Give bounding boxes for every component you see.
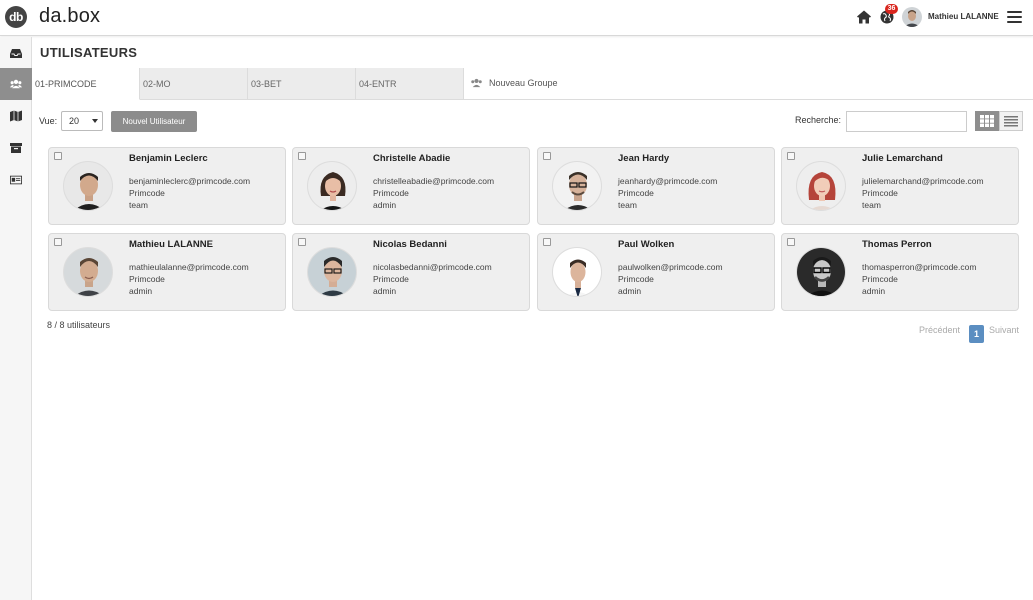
sidebar-item-inbox[interactable]: [0, 37, 32, 69]
logo-mark[interactable]: db: [5, 6, 27, 28]
user-company: Primcode: [129, 274, 165, 284]
user-photo: [307, 247, 357, 297]
sidebar-item-archive[interactable]: [0, 132, 32, 164]
user-count: 8 / 8 utilisateurs: [47, 320, 111, 330]
user-email: julielemarchand@primcode.com: [862, 176, 984, 186]
view-label: Vue:: [39, 116, 58, 126]
inbox-icon: [10, 49, 22, 58]
select-checkbox[interactable]: [543, 152, 551, 160]
user-role: team: [129, 200, 148, 210]
avatar[interactable]: [902, 7, 922, 27]
user-photo: [552, 161, 602, 211]
grid-icon: [980, 115, 994, 127]
user-role: admin: [373, 200, 397, 210]
users-icon: [10, 79, 22, 89]
user-card[interactable]: Benjamin Leclerc benjaminleclerc@primcod…: [48, 147, 286, 225]
user-email: thomasperron@primcode.com: [862, 262, 977, 272]
home-icon[interactable]: [856, 9, 872, 25]
user-name[interactable]: Thomas Perron: [862, 239, 932, 250]
pagination-prev[interactable]: Précédent: [919, 325, 960, 335]
page-size-select[interactable]: 20: [61, 111, 103, 131]
search-label: Recherche:: [795, 115, 842, 125]
user-company: Primcode: [373, 274, 409, 284]
new-user-button[interactable]: Nouvel Utilisateur: [111, 111, 197, 132]
sidebar: [0, 37, 32, 600]
select-checkbox[interactable]: [298, 238, 306, 246]
user-card[interactable]: Jean Hardy jeanhardy@primcode.com Primco…: [537, 147, 775, 225]
list-view-button[interactable]: [999, 111, 1023, 131]
users-icon: [471, 78, 482, 88]
user-photo: [796, 161, 846, 211]
new-group-label: Nouveau Groupe: [489, 78, 558, 88]
select-checkbox[interactable]: [298, 152, 306, 160]
user-card[interactable]: Julie Lemarchand julielemarchand@primcod…: [781, 147, 1019, 225]
user-company: Primcode: [618, 274, 654, 284]
chevron-down-icon: [92, 119, 98, 123]
current-user-name[interactable]: Mathieu LALANNE: [928, 12, 999, 21]
user-card[interactable]: Thomas Perron thomasperron@primcode.com …: [781, 233, 1019, 311]
user-email: jeanhardy@primcode.com: [618, 176, 718, 186]
user-name[interactable]: Jean Hardy: [618, 153, 669, 164]
user-photo: [307, 161, 357, 211]
sidebar-item-map[interactable]: [0, 100, 32, 132]
user-company: Primcode: [862, 188, 898, 198]
sidebar-item-directory[interactable]: [0, 164, 32, 196]
user-company: Primcode: [618, 188, 654, 198]
user-role: team: [862, 200, 881, 210]
select-checkbox[interactable]: [543, 238, 551, 246]
archive-icon: [10, 143, 22, 153]
user-email: nicolasbedanni@primcode.com: [373, 262, 492, 272]
grid-view-button[interactable]: [975, 111, 999, 131]
pagination-next[interactable]: Suivant: [989, 325, 1019, 335]
select-checkbox[interactable]: [787, 152, 795, 160]
user-card[interactable]: Christelle Abadie christelleabadie@primc…: [292, 147, 530, 225]
map-icon: [10, 110, 22, 122]
user-name[interactable]: Benjamin Leclerc: [129, 153, 208, 164]
user-photo: [796, 247, 846, 297]
new-group-button[interactable]: Nouveau Groupe: [470, 78, 558, 88]
user-role: admin: [618, 286, 642, 296]
notification-badge[interactable]: 36: [885, 4, 898, 14]
user-photo: [552, 247, 602, 297]
user-email: benjaminleclerc@primcode.com: [129, 176, 251, 186]
tab-mo[interactable]: 02-MO: [140, 68, 248, 100]
user-photo: [63, 161, 113, 211]
user-name[interactable]: Mathieu LALANNE: [129, 239, 213, 250]
select-checkbox[interactable]: [54, 238, 62, 246]
pagination-current-page[interactable]: 1: [969, 325, 984, 343]
logo-text[interactable]: da.box: [39, 5, 100, 28]
id-card-icon: [10, 175, 22, 185]
user-email: christelleabadie@primcode.com: [373, 176, 495, 186]
select-checkbox[interactable]: [787, 238, 795, 246]
user-role: admin: [373, 286, 397, 296]
user-company: Primcode: [862, 274, 898, 284]
user-role: team: [618, 200, 637, 210]
user-photo: [63, 247, 113, 297]
user-card[interactable]: Nicolas Bedanni nicolasbedanni@primcode.…: [292, 233, 530, 311]
tab-primcode[interactable]: 01-PRIMCODE: [32, 68, 140, 100]
tab-entr[interactable]: 04-ENTR: [356, 68, 464, 100]
user-name[interactable]: Christelle Abadie: [373, 153, 450, 164]
user-card[interactable]: Paul Wolken paulwolken@primcode.com Prim…: [537, 233, 775, 311]
sidebar-item-users[interactable]: [0, 68, 32, 100]
page-size-value: 20: [69, 116, 80, 126]
tab-bet[interactable]: 03-BET: [248, 68, 356, 100]
user-card[interactable]: Mathieu LALANNE mathieulalanne@primcode.…: [48, 233, 286, 311]
select-checkbox[interactable]: [54, 152, 62, 160]
user-company: Primcode: [129, 188, 165, 198]
search-input[interactable]: [846, 111, 967, 132]
top-bar: db da.box 36 Mathieu LALANNE: [0, 0, 1033, 36]
page-title: UTILISATEURS: [40, 45, 138, 60]
user-name[interactable]: Paul Wolken: [618, 239, 674, 250]
user-role: admin: [862, 286, 886, 296]
user-name[interactable]: Nicolas Bedanni: [373, 239, 447, 250]
user-company: Primcode: [373, 188, 409, 198]
hamburger-icon[interactable]: [1007, 11, 1022, 24]
list-icon: [1004, 115, 1018, 126]
group-tabs: 01-PRIMCODE 02-MO 03-BET 04-ENTR Nouveau…: [32, 68, 1033, 100]
user-email: paulwolken@primcode.com: [618, 262, 723, 272]
user-name[interactable]: Julie Lemarchand: [862, 153, 943, 164]
user-role: admin: [129, 286, 153, 296]
user-email: mathieulalanne@primcode.com: [129, 262, 249, 272]
